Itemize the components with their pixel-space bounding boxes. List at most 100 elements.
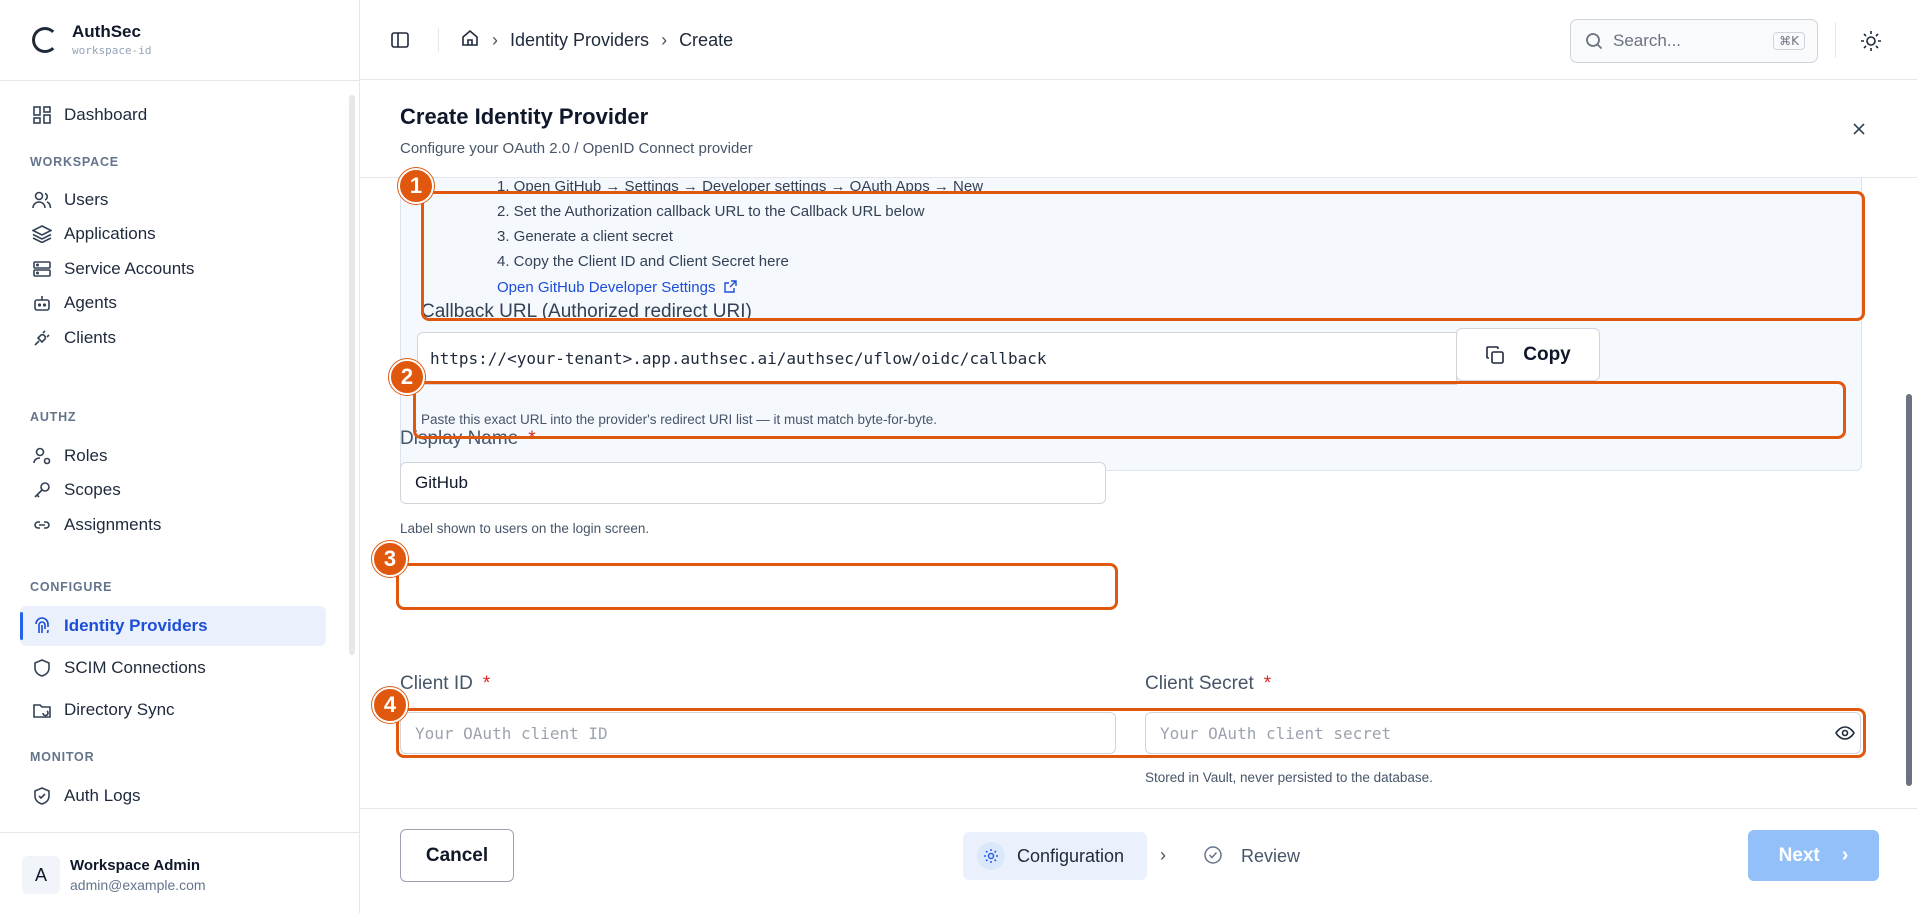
sidebar-item-agents[interactable]: Agents xyxy=(20,283,330,323)
home-icon[interactable] xyxy=(460,28,480,53)
step-label: Configuration xyxy=(1017,845,1125,866)
layers-icon xyxy=(32,224,52,244)
search-icon xyxy=(1585,32,1603,50)
fingerprint-icon xyxy=(32,616,52,636)
client-secret-help: Stored in Vault, never persisted to the … xyxy=(1145,770,1433,785)
avatar: A xyxy=(22,856,60,894)
sidebar-item-label: Agents xyxy=(64,293,117,312)
key-icon xyxy=(32,480,52,500)
sidebar-item-label: Applications xyxy=(64,224,156,243)
gear-icon xyxy=(977,842,1005,870)
required-marker: * xyxy=(482,673,491,694)
breadcrumb-identity-providers[interactable]: Identity Providers xyxy=(510,30,649,51)
client-id-label: Client ID * xyxy=(400,673,490,695)
shield-check-icon xyxy=(32,786,52,806)
topbar: › Identity Providers › Create Search... … xyxy=(360,0,1917,80)
callback-help: Paste this exact URL into the provider's… xyxy=(421,412,938,427)
callback-label: Callback URL (Authorized redirect URI) xyxy=(421,301,752,322)
sidebar-item-scopes[interactable]: Scopes xyxy=(20,470,330,510)
display-name-input[interactable]: GitHub xyxy=(400,462,1106,504)
client-secret-label: Client Secret * xyxy=(1145,673,1271,695)
page-title: Create Identity Provider xyxy=(400,104,649,129)
sidebar-item-label: Service Accounts xyxy=(64,259,195,278)
sidebar-item-assignments[interactable]: Assignments xyxy=(20,505,330,545)
nav-section-monitor: MONITOR xyxy=(30,750,95,764)
check-circle-icon xyxy=(1203,845,1225,867)
chevron-right-icon: › xyxy=(1841,844,1849,866)
nav-section-authz: AUTHZ xyxy=(30,410,77,424)
link-label: Open GitHub Developer Settings xyxy=(497,279,716,296)
chevron-right-icon: › xyxy=(661,30,668,50)
setup-step: 1. Open GitHub → Settings → Developer se… xyxy=(497,178,984,195)
sidebar-item-auth-logs[interactable]: Auth Logs xyxy=(20,776,330,816)
sidebar-item-label: Users xyxy=(64,190,109,209)
search-placeholder: Search... xyxy=(1613,31,1682,50)
setup-step: 4. Copy the Client ID and Client Secret … xyxy=(497,253,789,270)
eye-icon[interactable] xyxy=(1835,723,1855,748)
users-icon xyxy=(32,190,52,210)
brand-name: AuthSec xyxy=(72,22,141,41)
callback-url-field[interactable]: https://<your-tenant>.app.authsec.ai/aut… xyxy=(417,332,1457,385)
divider xyxy=(360,808,1917,809)
display-name-label: Display Name * xyxy=(400,428,536,450)
sidebar-toggle-icon[interactable] xyxy=(390,30,410,50)
next-label: Next xyxy=(1778,844,1820,866)
client-secret-input[interactable]: Your OAuth client secret xyxy=(1145,712,1861,754)
user-cog-icon xyxy=(32,446,52,466)
divider xyxy=(0,80,360,81)
form-content: 1. Open GitHub → Settings → Developer se… xyxy=(360,178,1900,808)
sidebar-scrollbar[interactable] xyxy=(349,95,355,655)
sidebar-item-clients[interactable]: Clients xyxy=(20,318,330,358)
user-menu[interactable]: A Workspace Admin admin@example.com xyxy=(22,848,346,902)
sidebar-item-label: Assignments xyxy=(64,515,162,534)
brand[interactable]: AuthSec workspace-id xyxy=(32,22,151,57)
sidebar-item-label: Identity Providers xyxy=(64,616,208,635)
annotation-badge: 2 xyxy=(389,359,425,395)
chevron-right-icon: › xyxy=(1160,845,1166,865)
setup-callout: 1. Open GitHub → Settings → Developer se… xyxy=(400,178,1862,471)
brand-logo-icon xyxy=(32,26,58,53)
user-email: admin@example.com xyxy=(70,877,206,893)
workspace-id: workspace-id xyxy=(72,44,152,57)
sidebar-item-directory-sync[interactable]: Directory Sync xyxy=(20,690,330,730)
search-input[interactable]: Search... ⌘K xyxy=(1570,19,1818,63)
breadcrumb: › Identity Providers › Create xyxy=(460,28,733,53)
dashboard-icon xyxy=(32,105,52,125)
annotation-badge: 3 xyxy=(372,541,408,577)
sidebar-item-label: Dashboard xyxy=(64,105,148,124)
sidebar-item-scim-connections[interactable]: SCIM Connections xyxy=(20,648,330,688)
github-settings-link[interactable]: Open GitHub Developer Settings xyxy=(497,279,737,297)
sidebar-item-label: SCIM Connections xyxy=(64,658,206,677)
sidebar-item-label: Directory Sync xyxy=(64,700,175,719)
external-link-icon xyxy=(723,280,737,297)
divider xyxy=(438,28,439,52)
copy-label: Copy xyxy=(1523,343,1571,365)
step-label: Review xyxy=(1241,845,1301,866)
annotation-badge: 1 xyxy=(398,168,434,204)
required-marker: * xyxy=(528,428,536,449)
server-icon xyxy=(32,259,52,279)
sidebar-item-identity-providers[interactable]: Identity Providers xyxy=(20,606,326,646)
content-scrollbar[interactable] xyxy=(1906,394,1912,786)
client-id-input[interactable]: Your OAuth client ID xyxy=(400,712,1116,754)
bot-icon xyxy=(32,293,52,313)
nav-section-workspace: WORKSPACE xyxy=(30,155,119,169)
label-text: Display Name xyxy=(400,428,519,449)
stepper-step-review[interactable]: Review xyxy=(1203,832,1300,880)
next-button[interactable]: Next › xyxy=(1748,830,1879,881)
link-icon xyxy=(32,515,52,535)
sidebar-item-dashboard[interactable]: Dashboard xyxy=(20,95,330,135)
close-icon[interactable] xyxy=(1848,118,1870,140)
required-marker: * xyxy=(1263,673,1272,694)
sidebar-item-applications[interactable]: Applications xyxy=(20,214,330,254)
annotation-badge: 4 xyxy=(372,687,408,723)
stepper-step-configuration[interactable]: Configuration xyxy=(963,832,1147,880)
sidebar: AuthSec workspace-id Dashboard WORKSPACE… xyxy=(0,0,360,913)
setup-step: 3. Generate a client secret xyxy=(497,228,673,245)
copy-button[interactable]: Copy xyxy=(1456,328,1600,381)
sun-icon[interactable] xyxy=(1860,30,1882,52)
sidebar-item-label: Roles xyxy=(64,446,108,465)
nav-section-configure: CONFIGURE xyxy=(30,580,113,594)
folder-sync-icon xyxy=(32,700,52,720)
cancel-button[interactable]: Cancel xyxy=(400,829,514,882)
